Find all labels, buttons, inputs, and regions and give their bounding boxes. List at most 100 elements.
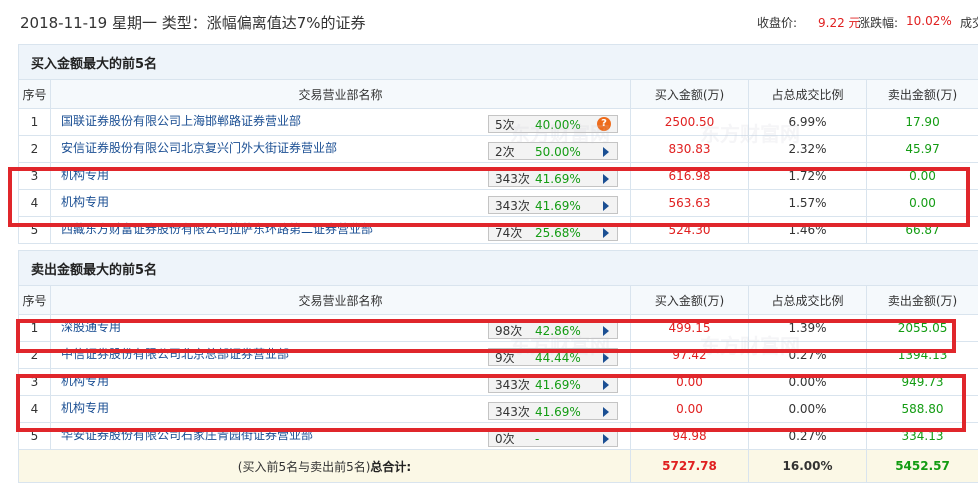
row-seq: 4 (18, 189, 51, 217)
arrow-right-icon[interactable] (603, 352, 609, 363)
col-buy-amount: 买入金额(万) (630, 79, 749, 109)
branch-link[interactable]: 国联证券股份有限公司上海邯郸路证券营业部 (61, 114, 301, 128)
row-seq: 5 (18, 422, 51, 450)
close-price-label: 收盘价: (757, 16, 798, 30)
sell-amount: 1394.13 (865, 341, 978, 369)
row-seq: 2 (18, 341, 51, 369)
times-count: 343次 (495, 404, 530, 419)
times-count: 5次 (495, 117, 515, 132)
change-label: 涨跌幅: (858, 16, 899, 30)
col-buy-amount: 买入金额(万) (630, 285, 749, 315)
arrow-right-icon[interactable] (603, 200, 609, 211)
branch-link[interactable]: 机构专用 (61, 195, 109, 209)
ratio: 1.57% (748, 189, 867, 217)
history-badge[interactable]: 343次 41.69% (488, 195, 618, 214)
sell-amount: 334.13 (865, 422, 978, 450)
buy-amount: 563.63 (630, 189, 749, 217)
success-rate: 25.68% (535, 225, 581, 240)
row-seq: 1 (18, 314, 51, 342)
col-branch-name: 交易营业部名称 (50, 79, 631, 109)
sell-amount: 588.80 (865, 395, 978, 423)
success-rate: 40.00% (535, 117, 581, 132)
history-badge[interactable]: 0次 - (488, 428, 618, 447)
times-count: 2次 (495, 144, 515, 159)
arrow-right-icon[interactable] (603, 433, 609, 444)
success-rate: 50.00% (535, 144, 581, 159)
branch-cell: 机构专用 343次 41.69% (50, 368, 631, 396)
row-seq: 2 (18, 135, 51, 163)
arrow-right-icon[interactable] (603, 325, 609, 336)
branch-link[interactable]: 西藏东方财富证券股份有限公司拉萨东环路第二证券营业部 (61, 222, 373, 236)
success-rate: 41.69% (535, 404, 581, 419)
table-row: 3 机构专用 343次 41.69% 0.00 0.00% 949.73 (18, 368, 978, 396)
ratio: 0.00% (748, 368, 867, 396)
buy-amount: 0.00 (630, 368, 749, 396)
change-value: 10.02% (906, 14, 952, 28)
ratio: 0.00% (748, 395, 867, 423)
times-count: 343次 (495, 198, 530, 213)
table-row: 1 深股通专用 98次 42.86% 499.15 1.39% 2055.05 (18, 314, 978, 342)
history-badge[interactable]: 9次 44.44% (488, 347, 618, 366)
col-ratio: 占总成交比例 (748, 79, 867, 109)
buy-section-title: 买入金额最大的前5名 (17, 44, 978, 80)
table-row: 3 机构专用 343次 41.69% 616.98 1.72% 0.00 (18, 162, 978, 190)
ratio: 2.32% (748, 135, 867, 163)
grand-total-label: (买入前5名与卖出前5名)总合计: (18, 449, 631, 483)
buy-amount: 830.83 (630, 135, 749, 163)
branch-link[interactable]: 安信证券股份有限公司北京复兴门外大街证券营业部 (61, 141, 337, 155)
table-row: 1 国联证券股份有限公司上海邯郸路证券营业部 5次 40.00%? 2500.50 6.9… (18, 108, 978, 136)
table-row: 2 中信证券股份有限公司北京总部证券营业部 9次 44.44% 97.42 0.27% 13… (18, 341, 978, 369)
history-badge[interactable]: 2次 50.00% (488, 141, 618, 160)
sell-amount: 17.90 (865, 108, 978, 136)
success-rate: 42.86% (535, 323, 581, 338)
ratio: 6.99% (748, 108, 867, 136)
arrow-right-icon[interactable] (603, 227, 609, 238)
col-sell-amount: 卖出金额(万) (865, 285, 978, 315)
history-badge[interactable]: 343次 41.69% (488, 401, 618, 420)
history-badge[interactable]: 98次 42.86% (488, 320, 618, 339)
branch-link[interactable]: 深股通专用 (61, 320, 121, 334)
col-sell-amount: 卖出金额(万) (865, 79, 978, 109)
history-badge[interactable]: 343次 41.69% (488, 168, 618, 187)
row-seq: 3 (18, 368, 51, 396)
table-row: 5 华安证券股份有限公司石家庄青园街证券营业部 0次 - 94.98 0.27% 334.1… (18, 422, 978, 450)
page-title: 2018-11-19 星期一 类型：涨幅偏离值达7%的证券 (20, 14, 366, 32)
times-count: 9次 (495, 350, 515, 365)
ratio: 1.46% (748, 216, 867, 244)
sell-top5-table: 卖出金额最大的前5名 序号 交易营业部名称 买入金额(万) 占总成交比例 卖出金… (17, 250, 978, 483)
branch-cell: 华安证券股份有限公司石家庄青园街证券营业部 0次 - (50, 422, 631, 450)
buy-top5-table: 买入金额最大的前5名 序号 交易营业部名称 买入金额(万) 占总成交比例 卖出金… (17, 44, 978, 244)
sell-amount: 949.73 (865, 368, 978, 396)
history-badge[interactable]: 5次 40.00%? (488, 114, 618, 133)
col-ratio: 占总成交比例 (748, 285, 867, 315)
sell-column-header: 序号 交易营业部名称 买入金额(万) 占总成交比例 卖出金额(万) (18, 285, 978, 315)
ratio: 1.72% (748, 162, 867, 190)
branch-link[interactable]: 机构专用 (61, 168, 109, 182)
arrow-right-icon[interactable] (603, 406, 609, 417)
buy-amount: 94.98 (630, 422, 749, 450)
question-icon[interactable]: ? (597, 116, 611, 131)
success-rate: - (535, 431, 540, 446)
times-count: 0次 (495, 431, 515, 446)
col-branch-name: 交易营业部名称 (50, 285, 631, 315)
history-badge[interactable]: 343次 41.69% (488, 374, 618, 393)
ratio: 0.27% (748, 422, 867, 450)
history-badge[interactable]: 74次 25.68% (488, 222, 618, 241)
row-seq: 5 (18, 216, 51, 244)
branch-cell: 深股通专用 98次 42.86% (50, 314, 631, 342)
page-header: 2018-11-19 星期一 类型：涨幅偏离值达7%的证券 收盘价: 9.22 … (0, 0, 978, 42)
buy-amount: 616.98 (630, 162, 749, 190)
row-seq: 1 (18, 108, 51, 136)
sell-amount: 0.00 (865, 162, 978, 190)
arrow-right-icon[interactable] (603, 173, 609, 184)
sell-section-title: 卖出金额最大的前5名 (17, 250, 978, 286)
branch-cell: 中信证券股份有限公司北京总部证券营业部 9次 44.44% (50, 341, 631, 369)
branch-link[interactable]: 机构专用 (61, 401, 109, 415)
arrow-right-icon[interactable] (603, 379, 609, 390)
arrow-right-icon[interactable] (603, 146, 609, 157)
branch-link[interactable]: 机构专用 (61, 374, 109, 388)
times-count: 343次 (495, 377, 530, 392)
branch-link[interactable]: 中信证券股份有限公司北京总部证券营业部 (61, 347, 289, 361)
buy-column-header: 序号 交易营业部名称 买入金额(万) 占总成交比例 卖出金额(万) (18, 79, 978, 109)
branch-link[interactable]: 华安证券股份有限公司石家庄青园街证券营业部 (61, 428, 313, 442)
